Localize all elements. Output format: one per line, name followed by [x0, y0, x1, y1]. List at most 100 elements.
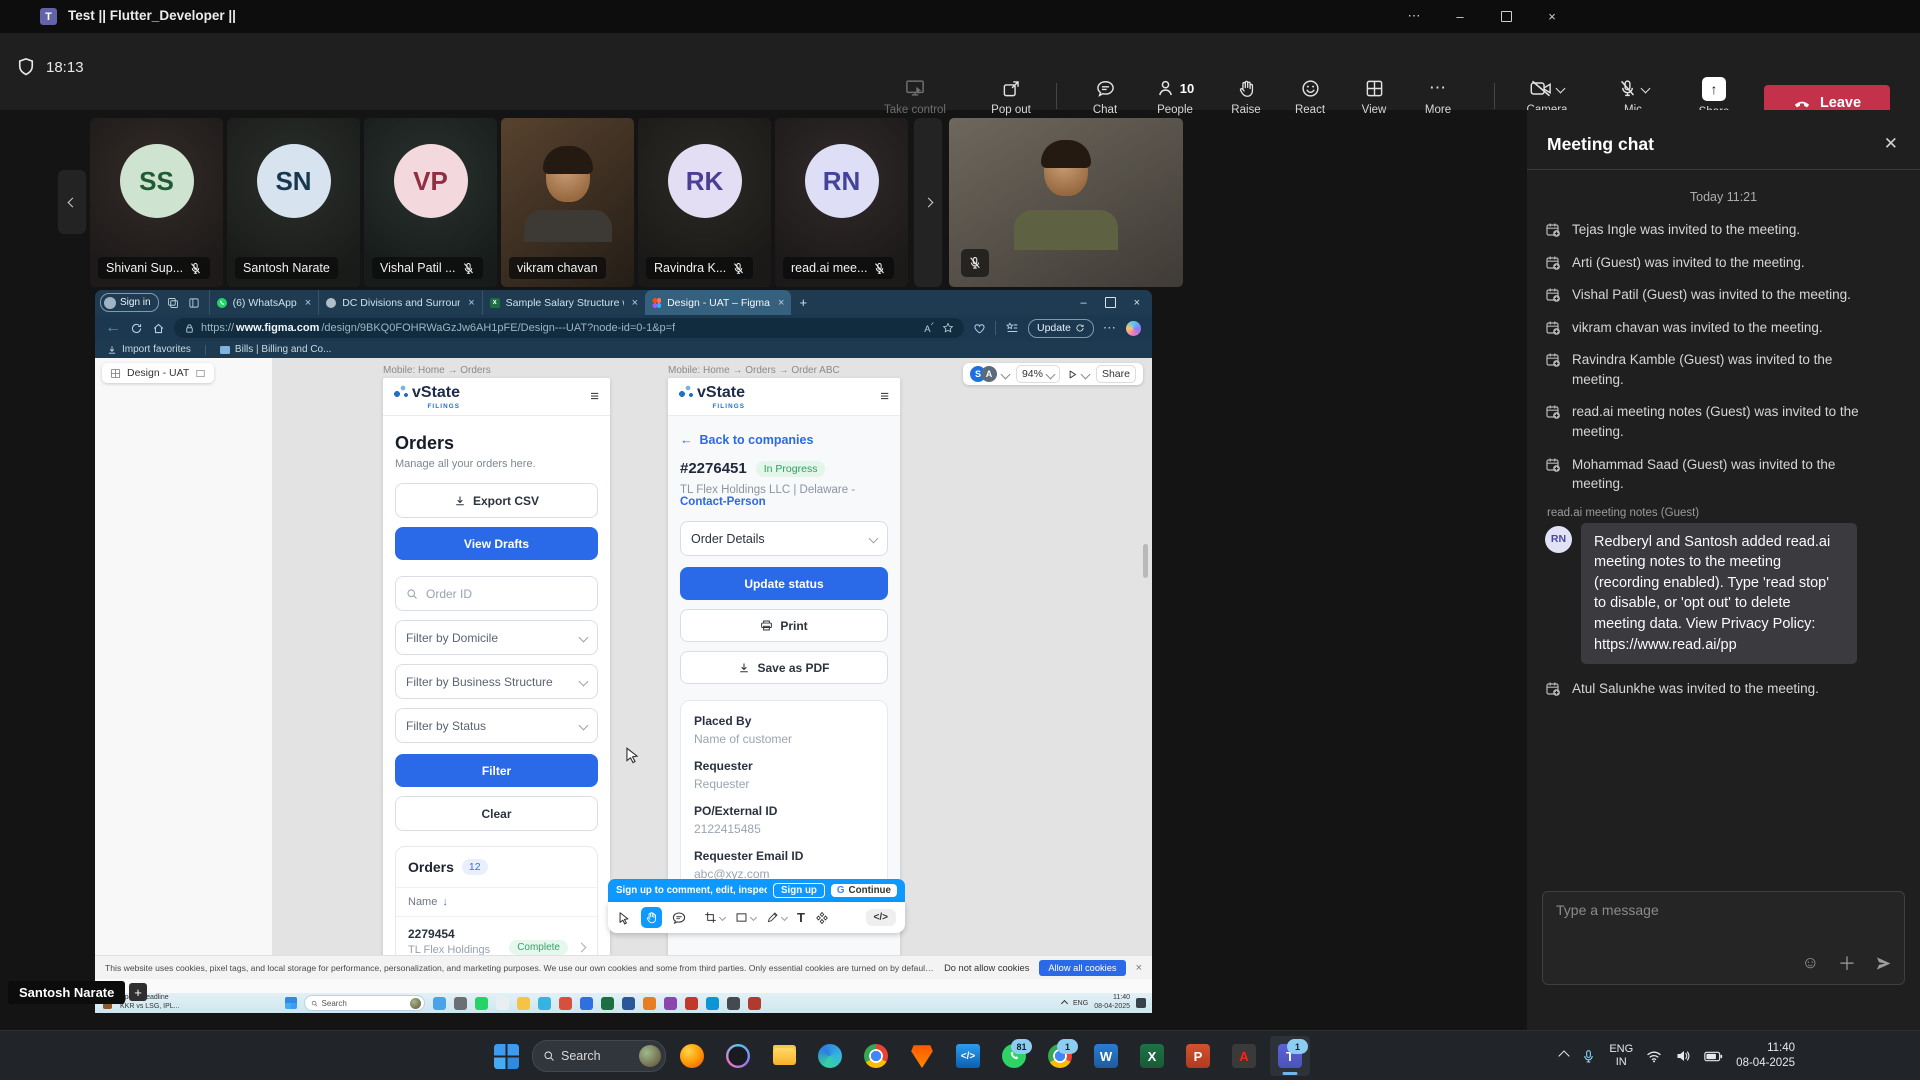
figma-share-button[interactable]: Share [1096, 365, 1136, 383]
contact-person-link[interactable]: Contact-Person [680, 496, 766, 508]
close-button[interactable]: × [1535, 4, 1569, 28]
export-csv-button[interactable]: Export CSV [395, 483, 598, 518]
taskbar-powerpoint[interactable]: P [1178, 1036, 1218, 1076]
people-button[interactable]: 10 People [1140, 77, 1210, 116]
clear-button[interactable]: Clear [395, 796, 598, 831]
taskbar-word[interactable]: W [1086, 1036, 1126, 1076]
titlebar-more-button[interactable]: ⋯ [1397, 4, 1431, 28]
minimize-button[interactable]: – [1443, 4, 1477, 28]
browser-tab-salary-sheet[interactable]: x Sample Salary Structure with calc× [482, 290, 645, 315]
taskbar-acrobat[interactable]: A [1224, 1036, 1264, 1076]
mic-options-chevron-icon[interactable] [1640, 83, 1650, 93]
taskbar-edge[interactable] [810, 1036, 850, 1076]
frame-label[interactable]: Mobile: Home → Orders [383, 365, 491, 376]
participant-tile[interactable]: RN read.ai mee... [775, 118, 908, 287]
update-browser-button[interactable]: Update [1028, 319, 1094, 338]
figma-document-chip[interactable]: Design - UAT [102, 363, 214, 383]
raise-hand-button[interactable]: Raise [1218, 77, 1274, 116]
home-icon[interactable] [152, 322, 165, 335]
deny-cookies-button[interactable]: Do not allow cookies [944, 963, 1029, 973]
participant-tile[interactable]: vikram chavan [501, 118, 634, 287]
pen-tool-icon[interactable] [766, 911, 787, 924]
taskbar-excel[interactable]: X [1132, 1036, 1172, 1076]
tab-close-icon[interactable]: × [468, 297, 474, 309]
comment-tool-icon[interactable] [672, 911, 686, 925]
browser-tab-dc-divisions[interactable]: DC Divisions and Surroundings× [318, 290, 481, 315]
tab-actions-icon[interactable] [166, 296, 180, 310]
new-tab-button[interactable]: + [799, 295, 807, 310]
shared-search-box[interactable]: Search [304, 995, 425, 1011]
browser-close-button[interactable]: × [1134, 297, 1140, 309]
taskbar-copilot[interactable] [718, 1036, 758, 1076]
camera-options-chevron-icon[interactable] [1556, 83, 1566, 93]
chat-input-box[interactable]: Type a message ☺ ＋ [1542, 891, 1905, 985]
order-details-dropdown[interactable]: Order Details [680, 521, 888, 556]
tray-chevron-icon[interactable] [1061, 999, 1068, 1006]
update-status-button[interactable]: Update status [680, 567, 888, 600]
taskbar-teams[interactable]: T 1 [1270, 1036, 1310, 1076]
read-aloud-icon[interactable]: Aᐟ [924, 321, 934, 335]
scroll-participants-right-button[interactable] [914, 118, 942, 287]
figma-menu-icon[interactable] [110, 368, 121, 379]
taskbar-chrome[interactable] [856, 1036, 896, 1076]
filter-button[interactable]: Filter [395, 754, 598, 787]
filter-business-structure-dropdown[interactable]: Filter by Business Structure [395, 664, 598, 699]
send-icon[interactable] [1875, 955, 1892, 972]
volume-icon[interactable] [1675, 1048, 1691, 1064]
view-button[interactable]: View [1346, 77, 1402, 116]
chat-close-icon[interactable]: ✕ [1884, 134, 1898, 154]
print-button[interactable]: Print [680, 609, 888, 642]
pop-out-button[interactable]: Pop out [978, 77, 1044, 116]
hamburger-menu-icon[interactable]: ≡ [880, 388, 889, 405]
wifi-icon[interactable] [1646, 1048, 1662, 1064]
share-zoom-in-button[interactable]: + [129, 983, 147, 1001]
tab-close-icon[interactable]: × [778, 297, 784, 309]
figma-frame-orders[interactable]: vStateFILINGS ≡ Orders Manage all your o… [383, 378, 610, 970]
back-to-companies-link[interactable]: ←Back to companies [680, 433, 888, 447]
participant-tile[interactable]: SS Shivani Sup... [90, 118, 223, 287]
text-tool-icon[interactable]: T [797, 910, 805, 925]
layout-columns-icon[interactable] [195, 368, 206, 379]
favorite-star-icon[interactable] [942, 322, 954, 334]
dev-mode-toggle[interactable]: </> [866, 909, 896, 926]
copilot-icon[interactable] [1126, 321, 1141, 336]
sort-desc-icon[interactable]: ↓ [442, 896, 448, 908]
import-favorites-button[interactable]: Import favorites [107, 344, 191, 355]
cookie-close-icon[interactable]: × [1136, 962, 1142, 974]
order-id-search-input[interactable]: Order ID [395, 576, 598, 611]
browser-essentials-icon[interactable] [973, 322, 986, 335]
browser-tab-whatsapp[interactable]: (6) WhatsApp× [209, 290, 319, 315]
taskbar-file-explorer[interactable] [764, 1036, 804, 1076]
frame-tool-icon[interactable] [704, 911, 725, 924]
shared-taskbar-apps[interactable] [433, 997, 765, 1010]
canvas-scrollbar[interactable] [1143, 544, 1148, 578]
emoji-icon[interactable]: ☺ [1802, 953, 1819, 973]
taskbar-firefox[interactable] [672, 1036, 712, 1076]
language-switcher[interactable]: ENGIN [1609, 1043, 1633, 1069]
battery-icon[interactable] [1704, 1051, 1723, 1062]
participant-tile[interactable]: VP Vishal Patil ... [364, 118, 497, 287]
participant-tile[interactable]: SN Santosh Narate [227, 118, 360, 287]
attach-plus-icon[interactable]: ＋ [1838, 950, 1856, 976]
tray-chevron-icon[interactable] [1559, 1050, 1570, 1061]
view-drafts-button[interactable]: View Drafts [395, 527, 598, 560]
tab-close-icon[interactable]: × [632, 297, 638, 309]
figma-canvas[interactable]: Design - UAT S A 94% Share Mobile: Home … [95, 358, 1152, 993]
maximize-button[interactable] [1489, 4, 1523, 28]
avatars-chevron-icon[interactable] [1001, 369, 1011, 379]
taskbar-whatsapp[interactable]: 81 [994, 1036, 1034, 1076]
spotlight-participant-tile[interactable] [949, 118, 1183, 287]
taskbar-brave[interactable] [902, 1036, 942, 1076]
back-icon[interactable]: ← [105, 319, 121, 337]
favorites-folder-bills[interactable]: Bills | Billing and Co... [220, 344, 332, 355]
react-button[interactable]: React [1282, 77, 1338, 116]
hamburger-menu-icon[interactable]: ≡ [590, 388, 599, 405]
figma-signup-button[interactable]: Sign up [773, 883, 825, 898]
collaborator-avatars[interactable]: S A [970, 366, 1009, 382]
tab-close-icon[interactable]: × [305, 297, 311, 309]
move-tool-icon[interactable] [617, 911, 631, 925]
clock[interactable]: 11:4008-04-2025 [1736, 1041, 1795, 1071]
browser-tab-figma-active[interactable]: Design - UAT – Figma× [645, 290, 791, 315]
favorites-bar-icon[interactable] [1005, 321, 1019, 335]
browser-menu-icon[interactable]: ⋯ [1103, 320, 1117, 336]
